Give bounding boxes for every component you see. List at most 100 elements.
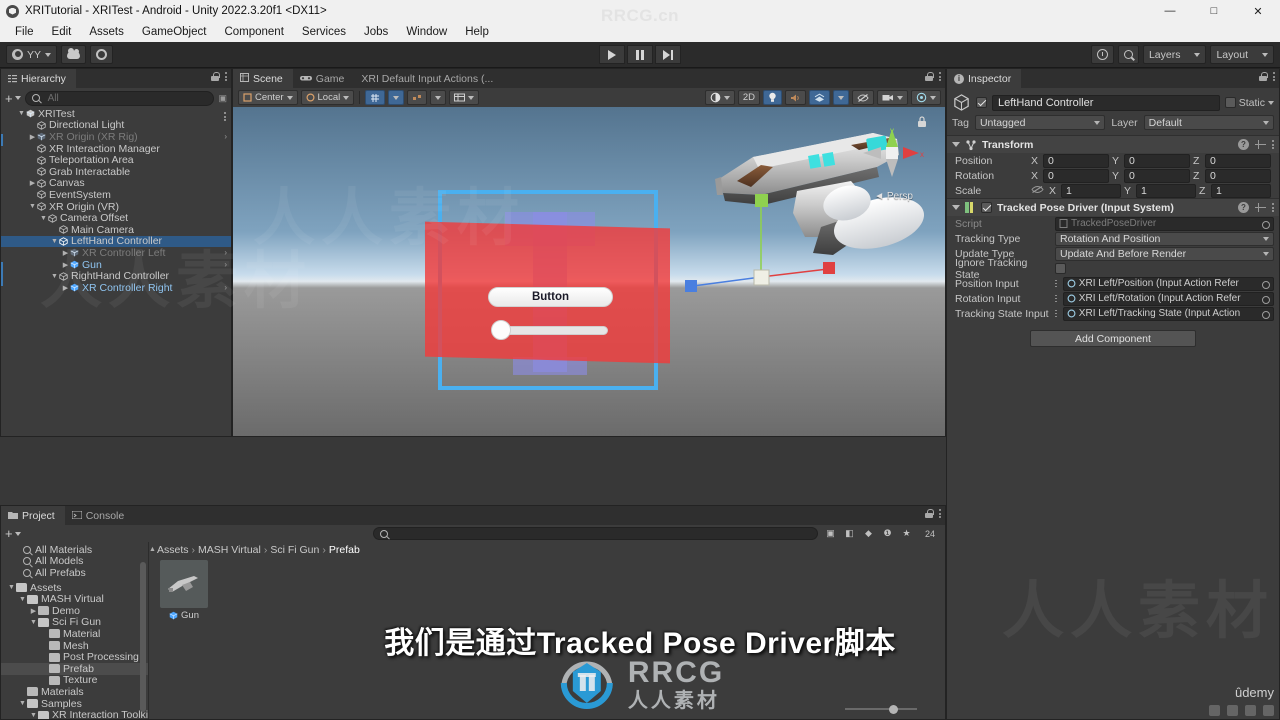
breadcrumb-item[interactable]: MASH Virtual (198, 544, 261, 556)
hierarchy-item[interactable]: · XR Interaction Manager (1, 143, 231, 155)
tracked-pose-driver-header[interactable]: Tracked Pose Driver (Input System) ? (947, 199, 1279, 216)
gameobject-name-input[interactable]: LeftHand Controller (992, 94, 1220, 111)
gameobject-enabled-checkbox[interactable] (976, 97, 987, 108)
menu-item-edit[interactable]: Edit (43, 24, 81, 40)
hierarchy-item[interactable]: ▶ XR Origin (XR Rig) › (1, 131, 231, 143)
scene-orientation-gizmo[interactable]: x y (857, 125, 927, 187)
menu-item-assets[interactable]: Assets (80, 24, 133, 40)
account-button[interactable]: YY (6, 45, 58, 64)
open-prefab-icon[interactable]: › (224, 248, 227, 257)
transform-rotation-y-input[interactable]: 0 (1124, 168, 1190, 183)
foldout-closed-icon[interactable]: ▶ (29, 607, 38, 615)
project-tree-item[interactable]: Texture (1, 674, 148, 686)
grid-snapping-dropdown[interactable] (388, 90, 405, 105)
foldout-open-icon[interactable]: ▼ (28, 203, 37, 210)
open-prefab-icon[interactable]: › (224, 283, 227, 292)
tracking-state-input-field[interactable]: XRI Left/Tracking State (Input Action (1062, 306, 1274, 321)
scene-camera-button[interactable] (877, 90, 908, 105)
favorites-icon[interactable]: ★ (900, 527, 913, 540)
transform-position-y-input[interactable]: 0 (1124, 153, 1190, 168)
foldout-open-icon[interactable]: ▼ (18, 700, 27, 707)
tab-game[interactable]: Game (292, 69, 355, 88)
foldout-open-icon[interactable]: ▼ (7, 584, 16, 591)
add-gameobject-button[interactable]: + (5, 91, 21, 106)
scene-effects-button[interactable] (809, 90, 830, 105)
ignore-tracking-state-checkbox[interactable] (1055, 263, 1066, 274)
project-favorite-item[interactable]: All Prefabs (1, 567, 148, 579)
lock-icon[interactable] (925, 509, 934, 518)
pivot-mode-button[interactable]: Center (238, 90, 298, 105)
hierarchy-item[interactable]: ▶ Canvas (1, 177, 231, 189)
ui-button[interactable]: Button (488, 287, 613, 307)
close-button[interactable]: ✕ (1236, 0, 1280, 22)
scene-audio-button[interactable] (785, 90, 806, 105)
create-asset-button[interactable]: + (5, 526, 21, 541)
menu-item-file[interactable]: File (6, 24, 43, 40)
asset-zoom-slider[interactable] (845, 703, 917, 715)
scene-effects-dropdown[interactable] (833, 90, 849, 105)
transform-scale-y-input[interactable]: 1 (1136, 183, 1196, 198)
hierarchy-item[interactable]: · Directional Light (1, 119, 231, 131)
snap-increment-button[interactable] (407, 90, 428, 105)
foldout-open-icon[interactable]: ▼ (29, 712, 38, 719)
more-options-icon[interactable] (1272, 203, 1274, 212)
foldout-open-icon[interactable]: ▼ (18, 596, 27, 603)
breadcrumb[interactable]: Assets › MASH Virtual › Sci Fi Gun › Prefab ▲ (149, 542, 945, 557)
foldout-open-icon[interactable]: ▼ (17, 110, 26, 117)
help-icon[interactable]: ? (1238, 202, 1249, 213)
transform-position-z-input[interactable]: 0 (1205, 153, 1271, 168)
open-prefab-icon[interactable]: › (224, 260, 227, 269)
hierarchy-item[interactable]: · Teleportation Area (1, 154, 231, 166)
hierarchy-item[interactable]: · Main Camera (1, 224, 231, 236)
search-in-packages-icon[interactable]: ▣ (824, 527, 837, 540)
snap-increment-dropdown[interactable] (430, 90, 447, 105)
undo-history-button[interactable] (1090, 45, 1114, 64)
project-tree-item[interactable]: ▼ MASH Virtual (1, 593, 148, 605)
project-favorites[interactable]: All Materials All Models All Prefabs (1, 542, 148, 579)
object-picker-icon[interactable] (1262, 220, 1270, 229)
hierarchy-item[interactable]: ▶ XR Controller Right › (1, 282, 231, 294)
more-options-icon[interactable] (1272, 140, 1274, 149)
project-tree-item[interactable]: ▼ XR Interaction Toolkit (1, 709, 148, 719)
rotation-input-field[interactable]: XRI Left/Rotation (Input Action Refer (1062, 291, 1274, 306)
breadcrumb-item[interactable]: Sci Fi Gun (270, 544, 319, 556)
update-type-dropdown[interactable]: Update And Before Render (1055, 246, 1274, 261)
menu-item-gameobject[interactable]: GameObject (133, 24, 216, 40)
scene-lighting-button[interactable] (763, 90, 782, 105)
lock-icon[interactable] (211, 72, 220, 81)
ui-slider-handle[interactable] (491, 320, 511, 340)
tab-hierarchy[interactable]: Hierarchy (1, 69, 76, 88)
component-enabled-checkbox[interactable] (981, 202, 992, 213)
play-button[interactable] (599, 45, 625, 64)
layout-dropdown[interactable]: Layout (1210, 45, 1274, 64)
hierarchy-item[interactable]: ▼ Camera Offset (1, 212, 231, 224)
open-prefab-icon[interactable]: › (224, 132, 227, 141)
step-button[interactable] (655, 45, 681, 64)
position-input-field[interactable]: XRI Left/Position (Input Action Refer (1062, 276, 1274, 291)
editor-settings-button[interactable] (90, 45, 114, 64)
ui-slider-track[interactable] (496, 326, 608, 335)
foldout-closed-icon[interactable]: ▶ (61, 249, 70, 257)
lock-icon[interactable] (1259, 72, 1268, 81)
project-tree-item[interactable]: ▼ Assets (1, 582, 148, 594)
menu-item-help[interactable]: Help (456, 24, 498, 40)
tab-project[interactable]: Project (1, 506, 65, 525)
preset-icon[interactable] (1255, 202, 1266, 213)
transform-scale-x-input[interactable]: 1 (1061, 183, 1121, 198)
hierarchy-item[interactable]: · EventSystem (1, 189, 231, 201)
breadcrumb-item[interactable]: Prefab (329, 544, 360, 556)
breadcrumb-scroll-icon[interactable]: ▲ (149, 546, 156, 553)
cloud-services-button[interactable] (61, 45, 87, 64)
more-options-icon[interactable] (939, 509, 941, 518)
scene-layout-button[interactable] (449, 90, 480, 105)
minimize-button[interactable]: — (1148, 0, 1192, 22)
project-tree-item[interactable]: ▼ Samples (1, 698, 148, 710)
hierarchy-item[interactable]: · Grab Interactable (1, 166, 231, 178)
filter-by-type-icon[interactable]: ◧ (843, 527, 856, 540)
tab-console[interactable]: Console (64, 506, 135, 525)
project-search-input[interactable] (372, 527, 818, 540)
asset-item[interactable]: Gun (157, 560, 211, 621)
object-picker-icon[interactable] (1262, 280, 1270, 289)
foldout-open-icon[interactable]: ▼ (39, 215, 48, 222)
filter-by-label-icon[interactable]: ◆ (862, 527, 875, 540)
